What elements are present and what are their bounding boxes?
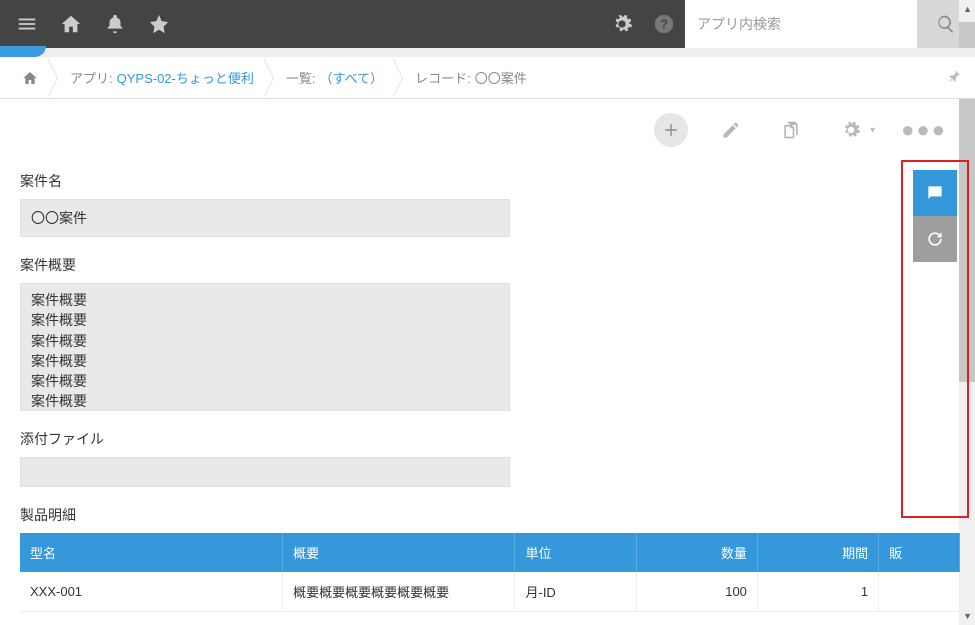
menu-icon[interactable] [6, 0, 48, 48]
copy-button[interactable] [774, 113, 808, 147]
search-input-wrap [685, 0, 917, 48]
help-icon[interactable]: ? [643, 0, 685, 48]
breadcrumb-record: レコード: 〇〇案件 [403, 68, 539, 87]
case-name-value: 〇〇案件 [20, 199, 510, 237]
product-detail-table: 型名概要単位数量期間販 XXX-001概要概要概要概要概要概要月-ID1001 [20, 533, 960, 612]
cell-qty: 100 [636, 572, 757, 612]
breadcrumb-bar: アプリ: QYPS-02-ちょっと便利 一覧: （すべて） レコード: 〇〇案件 [0, 57, 975, 99]
breadcrumb-view-prefix: 一覧: [286, 68, 316, 87]
cell-summary: 概要概要概要概要概要概要 [283, 572, 515, 612]
side-panel-tabs [913, 170, 957, 262]
comments-tab[interactable] [913, 170, 957, 216]
col-model: 型名 [20, 533, 283, 572]
table-header-row: 型名概要単位数量期間販 [20, 533, 960, 572]
cell-period: 1 [757, 572, 878, 612]
breadcrumb-app-prefix: アプリ: [70, 68, 113, 87]
bell-icon[interactable] [94, 0, 136, 48]
record-body: 案件名 〇〇案件 案件概要 案件概要案件概要案件概要案件概要案件概要案件概要 添… [0, 161, 975, 612]
star-icon[interactable] [138, 0, 180, 48]
settings-menu[interactable]: ▾ [834, 113, 875, 147]
history-tab[interactable] [913, 216, 957, 262]
table-row[interactable]: XXX-001概要概要概要概要概要概要月-ID1001 [20, 572, 960, 612]
pin-icon[interactable] [947, 69, 961, 86]
col-period: 期間 [757, 533, 878, 572]
breadcrumb-app-link[interactable]: QYPS-02-ちょっと便利 [117, 68, 254, 87]
field-case-summary: 案件概要 案件概要案件概要案件概要案件概要案件概要案件概要 [20, 255, 955, 411]
more-menu[interactable]: ●●● [901, 117, 947, 143]
field-attachment: 添付ファイル [20, 429, 955, 487]
gear-icon[interactable] [601, 0, 643, 48]
cell-model: XXX-001 [20, 572, 283, 612]
cell-unit: 月-ID [515, 572, 636, 612]
col-qty: 数量 [636, 533, 757, 572]
home-icon[interactable] [50, 0, 92, 48]
case-summary-label: 案件概要 [20, 255, 955, 275]
svg-text:?: ? [660, 17, 668, 32]
breadcrumb-record-prefix: レコード: [415, 68, 471, 87]
add-button[interactable] [654, 113, 688, 147]
record-toolbar: ▾ ●●● [0, 99, 975, 161]
breadcrumb-app[interactable]: アプリ: QYPS-02-ちょっと便利 [58, 68, 266, 87]
breadcrumb-view[interactable]: 一覧: （すべて） [274, 68, 395, 87]
case-summary-value[interactable]: 案件概要案件概要案件概要案件概要案件概要案件概要 [20, 283, 510, 411]
product-detail-label: 製品明細 [20, 505, 955, 525]
attachment-value [20, 457, 510, 487]
cell-sale [879, 572, 960, 612]
chevron-down-icon: ▾ [870, 125, 875, 136]
global-header: ? [0, 0, 975, 48]
col-sale: 販 [879, 533, 960, 572]
col-unit: 単位 [515, 533, 636, 572]
col-summary: 概要 [283, 533, 515, 572]
breadcrumb-record-name: 〇〇案件 [475, 68, 527, 87]
app-tab-indicator [0, 48, 975, 57]
field-case-name: 案件名 〇〇案件 [20, 171, 955, 237]
breadcrumb-view-link[interactable]: （すべて） [320, 68, 384, 87]
field-product-detail: 製品明細 型名概要単位数量期間販 XXX-001概要概要概要概要概要概要月-ID… [20, 505, 955, 612]
edit-button[interactable] [714, 113, 748, 147]
breadcrumb-home[interactable] [10, 70, 50, 86]
case-name-label: 案件名 [20, 171, 955, 191]
attachment-label: 添付ファイル [20, 429, 955, 449]
search-input[interactable] [697, 16, 905, 32]
settings-gear-icon [834, 113, 868, 147]
